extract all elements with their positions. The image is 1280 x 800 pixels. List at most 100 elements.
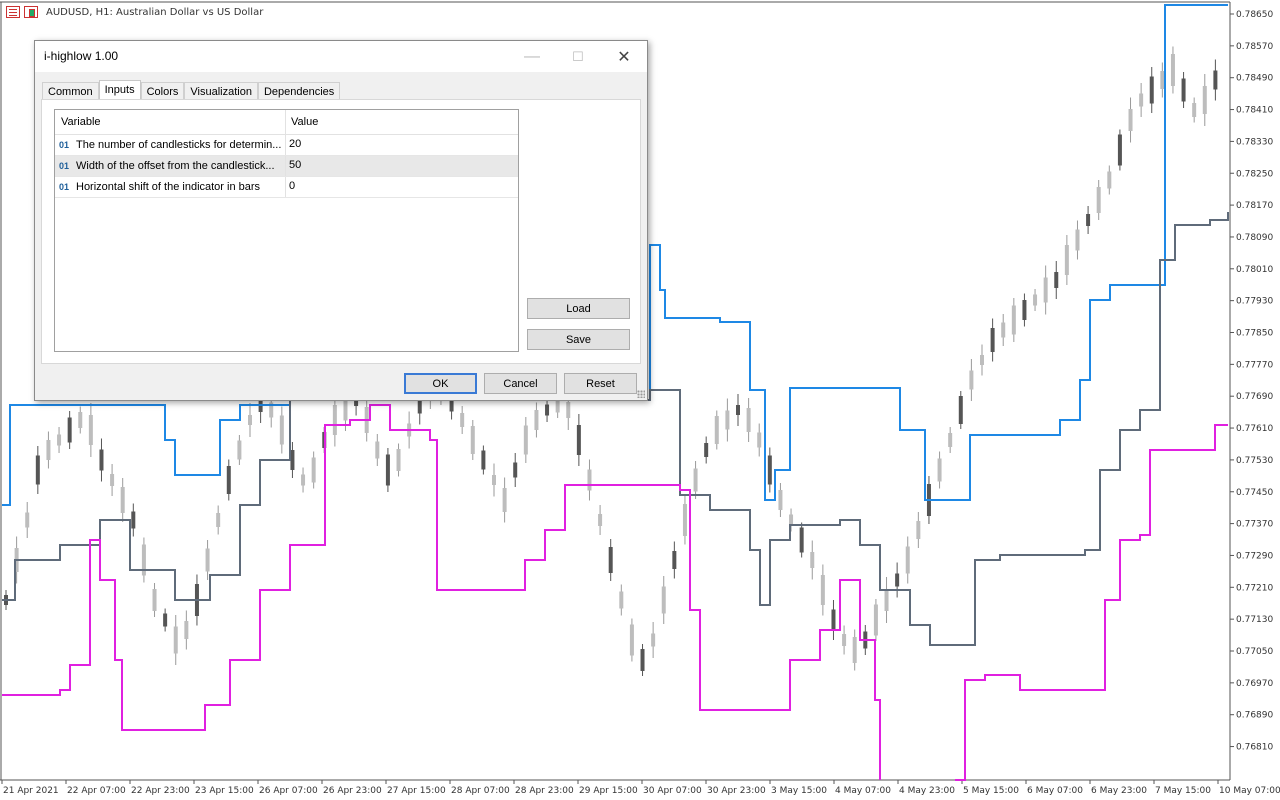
candle-body	[831, 609, 836, 631]
indicator-properties-dialog: i-highlow 1.00 — ☐ ✕ Common Inputs Color…	[34, 40, 648, 401]
candle-body	[460, 413, 465, 427]
column-header-value[interactable]: Value	[286, 110, 518, 134]
price-label: 0.76810	[1236, 743, 1273, 753]
time-label: 6 May 23:00	[1091, 786, 1147, 796]
time-label: 26 Apr 23:00	[323, 786, 382, 796]
time-label: 29 Apr 15:00	[579, 786, 638, 796]
candle-body	[1117, 134, 1122, 166]
time-label: 30 Apr 23:00	[707, 786, 766, 796]
candle-body	[1107, 171, 1112, 189]
candle-body	[980, 355, 984, 365]
integer-type-icon: 01	[59, 160, 70, 171]
table-row[interactable]: 01 The number of candlesticks for determ…	[55, 135, 518, 156]
candle-body	[958, 396, 963, 424]
price-label: 0.78010	[1236, 265, 1273, 275]
candle-body	[661, 586, 666, 614]
candle-body	[216, 513, 221, 527]
dialog-titlebar[interactable]: i-highlow 1.00 — ☐ ✕	[35, 41, 647, 72]
candle-body	[725, 410, 730, 430]
candle-body	[375, 441, 380, 459]
candle-body	[1096, 187, 1101, 213]
candle-body	[736, 405, 740, 415]
candle-body	[629, 624, 634, 656]
candle-body	[290, 450, 295, 470]
price-label: 0.76970	[1236, 679, 1273, 689]
candle-body	[1054, 272, 1059, 288]
value-cell[interactable]: 50	[286, 156, 518, 176]
variable-cell[interactable]: 01 Width of the offset from the candlest…	[55, 156, 286, 176]
time-label: 23 Apr 15:00	[195, 786, 254, 796]
candle-body	[1170, 54, 1175, 86]
time-label: 22 Apr 07:00	[67, 786, 126, 796]
table-row[interactable]: 01 Horizontal shift of the indicator in …	[55, 177, 518, 198]
candle-body	[492, 475, 496, 485]
cancel-button[interactable]: Cancel	[484, 373, 557, 394]
reset-button[interactable]: Reset	[564, 373, 637, 394]
price-label: 0.77850	[1236, 329, 1273, 339]
dialog-tabs: Common Inputs Colors Visualization Depen…	[42, 80, 341, 101]
candle-body	[746, 408, 751, 432]
price-label: 0.77130	[1236, 615, 1273, 625]
price-label: 0.78650	[1236, 10, 1273, 20]
chart-window-icon[interactable]	[24, 6, 38, 18]
candle-body	[184, 621, 189, 639]
candle-body	[131, 511, 136, 529]
value-cell[interactable]: 0	[286, 177, 518, 197]
candle-body	[682, 504, 687, 536]
variable-cell[interactable]: 01 Horizontal shift of the indicator in …	[55, 177, 286, 197]
candle-body	[1064, 245, 1069, 275]
save-button[interactable]: Save	[527, 329, 630, 350]
candle-body	[46, 440, 51, 460]
price-label: 0.77290	[1236, 551, 1273, 561]
candle-body	[842, 634, 847, 646]
close-icon[interactable]: ✕	[601, 41, 647, 72]
value-cell[interactable]: 20	[286, 135, 518, 155]
price-label: 0.77530	[1236, 456, 1273, 466]
candle-body	[226, 466, 231, 494]
candle-body	[576, 425, 581, 455]
time-label: 28 Apr 07:00	[451, 786, 510, 796]
candle-body	[513, 462, 518, 478]
variable-cell[interactable]: 01 The number of candlesticks for determ…	[55, 135, 286, 155]
candle-body	[693, 468, 698, 492]
inputs-panel: Variable Value 01 The number of candlest…	[41, 99, 641, 364]
chart-toolbar-icons	[6, 6, 38, 18]
candle-body	[173, 626, 178, 654]
tab-inputs[interactable]: Inputs	[98, 80, 141, 101]
candle-body	[916, 521, 921, 539]
candle-body	[470, 426, 475, 454]
integer-type-icon: 01	[59, 139, 70, 150]
candle-body	[598, 514, 603, 526]
candle-body	[1213, 70, 1218, 90]
candle-body	[1043, 277, 1048, 303]
price-label: 0.78330	[1236, 137, 1273, 147]
candle-body	[25, 512, 30, 528]
maximize-icon[interactable]: ☐	[555, 41, 601, 72]
candle-body	[35, 455, 40, 485]
candle-body	[523, 425, 528, 455]
resize-grip-icon[interactable]	[637, 390, 645, 398]
candle-body	[640, 649, 645, 671]
candle-body	[502, 488, 507, 512]
candle-body	[820, 575, 825, 605]
candle-body	[969, 370, 974, 390]
minimize-icon[interactable]: —	[509, 41, 555, 72]
candle-body	[852, 637, 857, 663]
candle-body	[1022, 300, 1027, 320]
inputs-grid: Variable Value 01 The number of candlest…	[54, 109, 519, 352]
candle-body	[905, 546, 910, 574]
column-header-variable[interactable]: Variable	[55, 110, 286, 134]
time-label: 10 May 07:00	[1219, 786, 1280, 796]
price-label: 0.78410	[1236, 106, 1273, 116]
symbol-list-icon[interactable]	[6, 6, 20, 18]
variable-name: The number of candlesticks for determin.…	[76, 138, 282, 151]
candle-body	[672, 551, 677, 569]
table-row[interactable]: 01 Width of the offset from the candlest…	[55, 156, 518, 177]
ok-button[interactable]: OK	[404, 373, 477, 394]
candle-body	[1160, 71, 1165, 89]
load-button[interactable]: Load	[527, 298, 630, 319]
candle-body	[990, 328, 995, 352]
candle-body	[99, 449, 104, 471]
candle-body	[757, 432, 762, 448]
candle-body	[110, 474, 115, 486]
